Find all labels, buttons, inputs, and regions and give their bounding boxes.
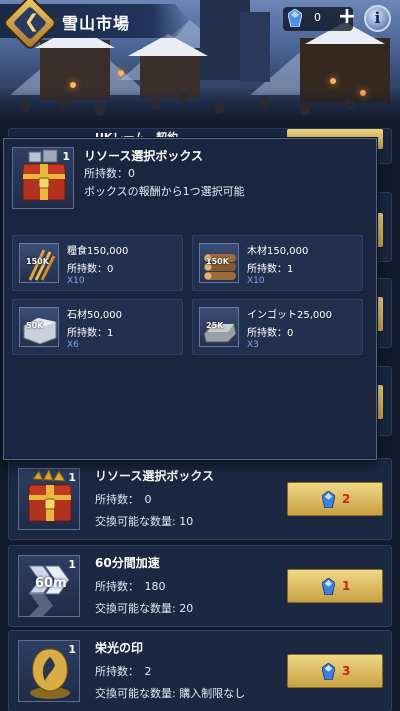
popup-title: リソース選択ボックス [84,149,204,163]
reward-amount-tag: 150K [26,257,49,266]
add-resource-button[interactable]: + [336,6,358,29]
item-detail-popup: 1 リソース選択ボックス 所持数：0 ボックスの報酬から1つ選択可能 150K … [3,138,377,460]
reward-quantity: X10 [247,276,265,286]
popup-owned: 所持数：0 [84,167,135,180]
price-value: 1 [342,579,351,593]
item-exchange-limit: 交換可能な数量: 10 [95,515,194,528]
reward-option-food: 150K 糧食150,000 所持数：0 X10 [12,235,183,291]
speedup-duration-label: 60m [35,576,67,591]
reward-owned: 所持数：0 [67,264,114,275]
blue-gem-icon [287,8,303,28]
reward-name: インゴット25,000 [247,310,332,321]
item-exchange-limit: 交換可能な数量: 購入制限なし [95,687,246,700]
item-owned: 所持数： 2 [95,665,152,678]
glory-emblem-icon: 1 [18,640,80,702]
item-name: 栄光の印 [95,641,144,655]
popup-description: ボックスの報酬から1つ選択可能 [84,185,245,198]
speedup-60m-icon: 60m 1 [18,555,80,617]
item-name: 60分間加速 [95,556,160,570]
wheat-icon: 150K [19,243,59,283]
treasure-chest-icon: 1 [12,147,74,209]
reward-amount-tag: 50K [26,321,44,330]
reward-quantity: X3 [247,340,259,350]
list-item[interactable]: 60m 1 60分間加速 所持数： 180 交換可能な数量: 20 1 [8,545,392,627]
list-item[interactable]: 1 栄光の印 所持数： 2 交換可能な数量: 購入制限なし 3 [8,630,392,711]
item-owned: 所持数： 180 [95,580,166,593]
exchange-button[interactable]: 3 [287,654,383,688]
item-name: リソース選択ボックス [95,469,215,483]
reward-name: 石材50,000 [67,310,122,321]
item-exchange-limit: 交換可能な数量: 20 [95,602,194,615]
reward-owned: 所持数：1 [247,264,294,275]
exchange-button[interactable]: 1 [287,569,383,603]
blue-gem-icon [322,663,335,680]
reward-quantity: X6 [67,340,79,350]
reward-option-wood: 150K 木材150,000 所持数：1 X10 [192,235,363,291]
info-button[interactable]: i [364,5,391,32]
item-badge: 1 [68,471,76,484]
ingot-icon: 25K [199,307,239,347]
stone-block-icon: 50K [19,307,59,347]
resource-count: 0 [314,11,321,24]
list-item[interactable]: 1 リソース選択ボックス 所持数： 0 交換可能な数量: 10 2 [8,458,392,540]
item-badge: 1 [68,643,76,656]
reward-quantity: X10 [67,276,85,286]
price-value: 2 [342,492,351,506]
item-badge: 1 [68,558,76,571]
price-value: 3 [342,664,351,678]
item-badge: 1 [62,150,70,163]
item-owned: 所持数： 0 [95,493,152,506]
exchange-button[interactable]: 2 [287,482,383,516]
reward-name: 糧食150,000 [67,246,129,257]
reward-option-ingot: 25K インゴット25,000 所持数：0 X3 [192,299,363,355]
wood-logs-icon: 150K [199,243,239,283]
reward-amount-tag: 150K [206,257,229,266]
reward-owned: 所持数：1 [67,328,114,339]
reward-name: 木材150,000 [247,246,309,257]
blue-gem-icon [322,491,335,508]
reward-owned: 所持数：0 [247,328,294,339]
reward-option-stone: 50K 石材50,000 所持数：1 X6 [12,299,183,355]
page-title: 雪山市場 [62,14,131,33]
blue-gem-icon [322,578,335,595]
treasure-chest-icon: 1 [18,468,80,530]
reward-amount-tag: 25K [206,321,224,330]
chevron-left-icon: ❮ [24,11,40,32]
